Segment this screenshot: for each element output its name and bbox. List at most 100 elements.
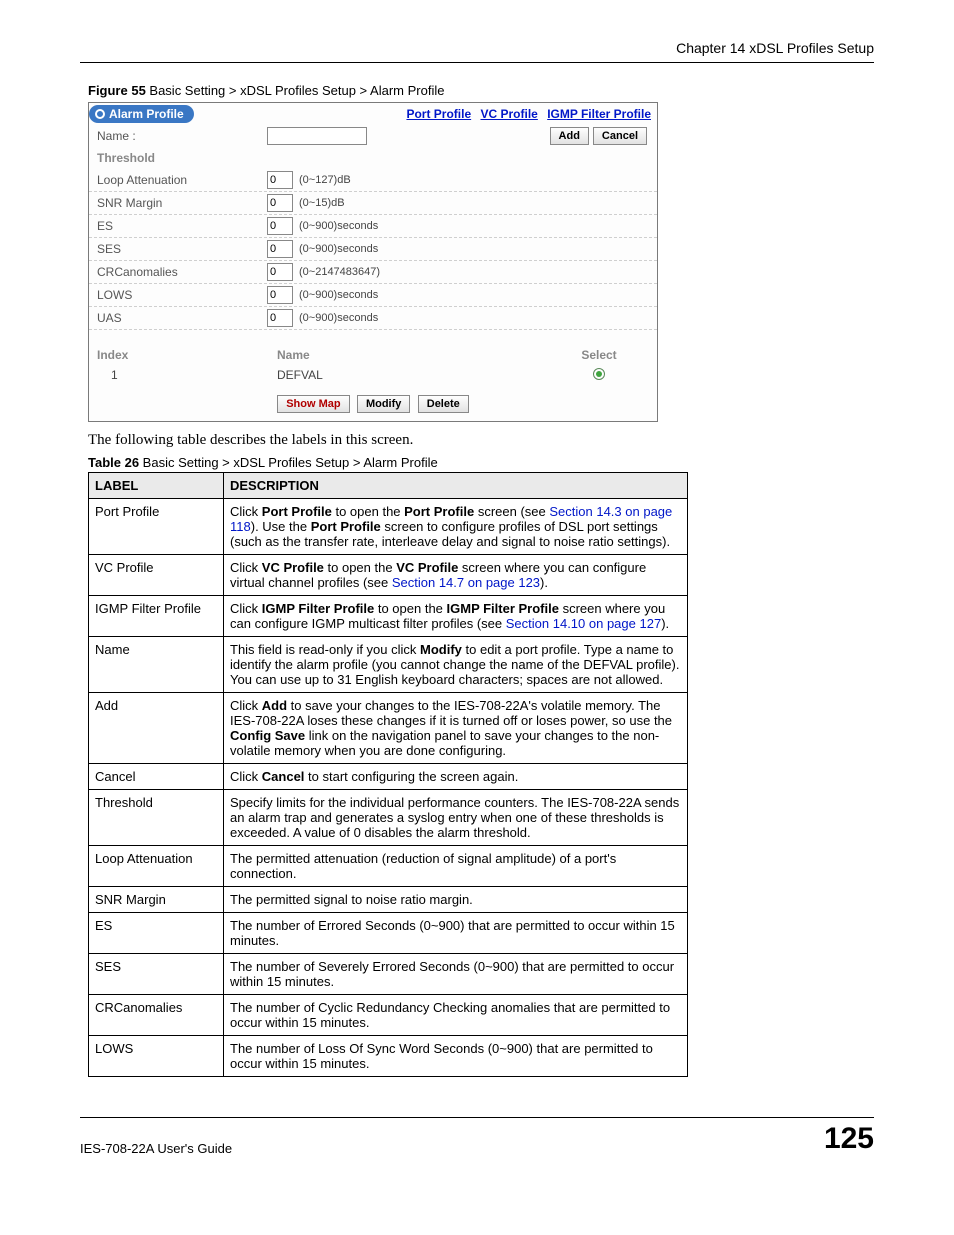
cell-label: Add: [89, 693, 224, 764]
threshold-row: CRCanomalies (0~2147483647): [89, 261, 657, 284]
cell-desc: Click Port Profile to open the Port Prof…: [224, 499, 688, 555]
figure-title: Basic Setting > xDSL Profiles Setup > Al…: [146, 83, 445, 98]
th-label: LABEL: [89, 473, 224, 499]
cell-label: Cancel: [89, 764, 224, 790]
cell-desc: The number of Loss Of Sync Word Seconds …: [224, 1036, 688, 1077]
panel-title-pill: Alarm Profile: [89, 105, 194, 123]
vc-profile-link[interactable]: VC Profile: [480, 107, 537, 121]
th-desc: DESCRIPTION: [224, 473, 688, 499]
table-row: ThresholdSpecify limits for the individu…: [89, 790, 688, 846]
cell-label: SNR Margin: [89, 887, 224, 913]
delete-button[interactable]: Delete: [418, 395, 469, 413]
threshold-row: UAS (0~900)seconds: [89, 307, 657, 330]
profile-list-row: 1 DEFVAL: [89, 366, 657, 389]
cell-desc: The number of Errored Seconds (0~900) th…: [224, 913, 688, 954]
cell-label: Name: [89, 637, 224, 693]
table-row: Port ProfileClick Port Profile to open t…: [89, 499, 688, 555]
threshold-row: Loop Attenuation (0~127)dB: [89, 169, 657, 192]
table-row: VC ProfileClick VC Profile to open the V…: [89, 555, 688, 596]
threshold-input[interactable]: [267, 309, 293, 327]
crossref-link[interactable]: Section 14.10 on page 127: [506, 616, 661, 631]
panel-title: Alarm Profile: [109, 107, 184, 121]
threshold-heading: Threshold: [89, 147, 657, 169]
intro-text: The following table describes the labels…: [88, 432, 874, 449]
port-profile-link[interactable]: Port Profile: [406, 107, 471, 121]
threshold-hint: (0~900)seconds: [299, 220, 378, 232]
cell-desc: Click Add to save your changes to the IE…: [224, 693, 688, 764]
cell-label: Threshold: [89, 790, 224, 846]
description-table: LABEL DESCRIPTION Port ProfileClick Port…: [88, 472, 688, 1077]
threshold-label: CRCanomalies: [97, 265, 267, 279]
row-index: 1: [97, 368, 277, 383]
col-select: Select: [549, 348, 649, 362]
threshold-hint: (0~900)seconds: [299, 289, 378, 301]
cell-desc: The number of Severely Errored Seconds (…: [224, 954, 688, 995]
figure-number: Figure 55: [88, 83, 146, 98]
threshold-hint: (0~900)seconds: [299, 312, 378, 324]
threshold-label: UAS: [97, 311, 267, 325]
threshold-input[interactable]: [267, 286, 293, 304]
threshold-label: SES: [97, 242, 267, 256]
cancel-button[interactable]: Cancel: [593, 127, 647, 145]
col-name: Name: [277, 348, 549, 362]
threshold-label: SNR Margin: [97, 196, 267, 210]
threshold-row: ES (0~900)seconds: [89, 215, 657, 238]
chapter-title: Chapter 14 xDSL Profiles Setup: [676, 40, 874, 56]
table-row: SESThe number of Severely Errored Second…: [89, 954, 688, 995]
threshold-label: LOWS: [97, 288, 267, 302]
table-row: SNR MarginThe permitted signal to noise …: [89, 887, 688, 913]
figure-caption: Figure 55 Basic Setting > xDSL Profiles …: [88, 83, 874, 98]
cell-desc: The permitted attenuation (reduction of …: [224, 846, 688, 887]
cell-desc: Click VC Profile to open the VC Profile …: [224, 555, 688, 596]
cell-label: IGMP Filter Profile: [89, 596, 224, 637]
threshold-hint: (0~2147483647): [299, 266, 380, 278]
table-title: Basic Setting > xDSL Profiles Setup > Al…: [139, 455, 438, 470]
add-button[interactable]: Add: [550, 127, 589, 145]
alarm-profile-screenshot: Alarm Profile Port Profile VC Profile IG…: [88, 102, 658, 422]
table-row: NameThis field is read-only if you click…: [89, 637, 688, 693]
table-row: LOWSThe number of Loss Of Sync Word Seco…: [89, 1036, 688, 1077]
chapter-header: Chapter 14 xDSL Profiles Setup: [80, 40, 874, 63]
threshold-label: Loop Attenuation: [97, 173, 267, 187]
table-row: CancelClick Cancel to start configuring …: [89, 764, 688, 790]
threshold-row: SES(0~900)seconds: [89, 238, 657, 261]
cell-desc: Click IGMP Filter Profile to open the IG…: [224, 596, 688, 637]
threshold-input[interactable]: [267, 240, 293, 258]
col-index: Index: [97, 348, 277, 362]
threshold-label: ES: [97, 219, 267, 233]
threshold-input[interactable]: [267, 217, 293, 235]
row-name: DEFVAL: [277, 368, 549, 383]
cell-desc: Specify limits for the individual perfor…: [224, 790, 688, 846]
cell-desc: The permitted signal to noise ratio marg…: [224, 887, 688, 913]
table-row: AddClick Add to save your changes to the…: [89, 693, 688, 764]
igmp-filter-profile-link[interactable]: IGMP Filter Profile: [547, 107, 651, 121]
threshold-row: LOWS (0~900)seconds: [89, 284, 657, 307]
modify-button[interactable]: Modify: [357, 395, 410, 413]
table-row: IGMP Filter ProfileClick IGMP Filter Pro…: [89, 596, 688, 637]
showmap-button[interactable]: Show Map: [277, 395, 349, 413]
footer-guide: IES-708-22A User's Guide: [80, 1141, 232, 1156]
name-label: Name :: [97, 129, 267, 143]
name-input[interactable]: [267, 127, 367, 145]
threshold-row: SNR Margin (0~15)dB: [89, 192, 657, 215]
table-row: CRCanomaliesThe number of Cyclic Redunda…: [89, 995, 688, 1036]
cell-desc: Click Cancel to start configuring the sc…: [224, 764, 688, 790]
cell-desc: The number of Cyclic Redundancy Checking…: [224, 995, 688, 1036]
table-caption: Table 26 Basic Setting > xDSL Profiles S…: [88, 455, 874, 470]
select-radio[interactable]: [593, 368, 605, 380]
threshold-hint: (0~15)dB: [299, 197, 345, 209]
page-number: 125: [824, 1122, 874, 1156]
threshold-input[interactable]: [267, 194, 293, 212]
threshold-hint: (0~127)dB: [299, 174, 351, 186]
table-row: Loop AttenuationThe permitted attenuatio…: [89, 846, 688, 887]
cell-desc: This field is read-only if you click Mod…: [224, 637, 688, 693]
cell-label: Port Profile: [89, 499, 224, 555]
pill-dot-icon: [95, 109, 105, 119]
table-number: Table 26: [88, 455, 139, 470]
threshold-input[interactable]: [267, 171, 293, 189]
threshold-input[interactable]: [267, 263, 293, 281]
cell-label: LOWS: [89, 1036, 224, 1077]
cell-label: CRCanomalies: [89, 995, 224, 1036]
crossref-link[interactable]: Section 14.7 on page 123: [392, 575, 540, 590]
cell-label: SES: [89, 954, 224, 995]
